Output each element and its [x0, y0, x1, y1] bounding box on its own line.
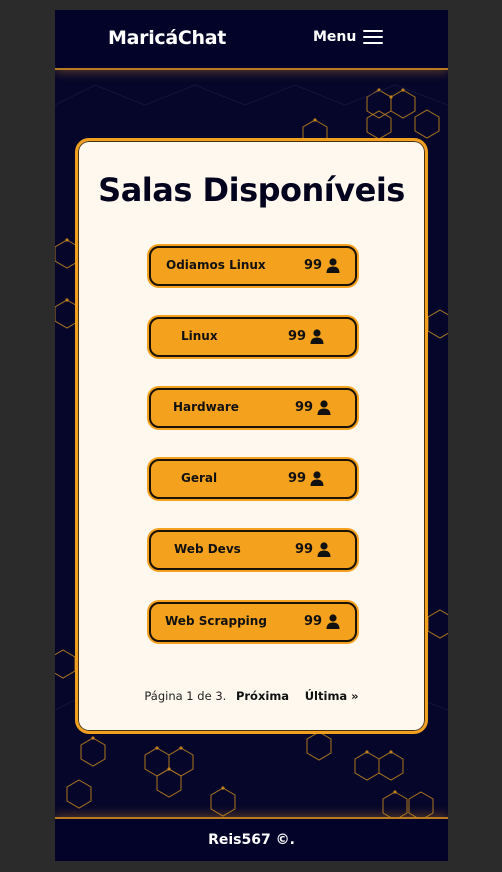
- room-item-web-scrapping[interactable]: Web Scrapping 99: [149, 602, 357, 642]
- room-user-count: 99: [288, 471, 307, 486]
- room-name: Linux: [181, 329, 218, 343]
- user-icon: [326, 258, 340, 273]
- last-page-link[interactable]: Última »: [305, 689, 359, 703]
- user-icon: [317, 400, 331, 415]
- pagination: Página 1 de 3. Próxima Última »: [78, 689, 425, 703]
- room-user-count: 99: [288, 329, 307, 344]
- room-item-hardware[interactable]: Hardware 99: [149, 388, 357, 428]
- top-navbar: MaricáChat Menu: [55, 10, 448, 70]
- room-item-linux[interactable]: Linux 99: [149, 317, 357, 357]
- room-user-count: 99: [304, 614, 323, 629]
- room-user-count: 99: [304, 258, 323, 273]
- app-screen: MaricáChat Menu Salas Disponíveis Odiamo…: [55, 10, 448, 861]
- next-page-link[interactable]: Próxima: [236, 689, 289, 703]
- rooms-card: Salas Disponíveis Odiamos Linux 99 Linux…: [75, 138, 428, 734]
- user-icon: [317, 542, 331, 557]
- user-icon: [310, 329, 324, 344]
- room-name: Hardware: [173, 400, 239, 414]
- room-name: Geral: [181, 471, 218, 485]
- room-name: Web Scrapping: [165, 614, 267, 628]
- room-name: Odiamos Linux: [166, 258, 266, 272]
- page-title: Salas Disponíveis: [98, 171, 405, 209]
- room-user-count: 99: [295, 400, 314, 415]
- brand-logo[interactable]: MaricáChat: [108, 27, 226, 49]
- footer-copyright: Reis567 ©.: [208, 832, 295, 848]
- room-item-geral[interactable]: Geral 99: [149, 459, 357, 499]
- room-item-web-devs[interactable]: Web Devs 99: [149, 530, 357, 570]
- menu-button[interactable]: Menu: [313, 29, 384, 45]
- pagination-info: Página 1 de 3.: [144, 689, 227, 703]
- user-icon: [310, 471, 324, 486]
- room-name: Web Devs: [174, 542, 241, 556]
- user-icon: [326, 614, 340, 629]
- footer: Reis567 ©.: [55, 817, 448, 861]
- room-user-count: 99: [295, 542, 314, 557]
- menu-label: Menu: [313, 29, 357, 45]
- room-item-odiamos-linux[interactable]: Odiamos Linux 99: [149, 246, 357, 286]
- hamburger-icon: [363, 29, 384, 45]
